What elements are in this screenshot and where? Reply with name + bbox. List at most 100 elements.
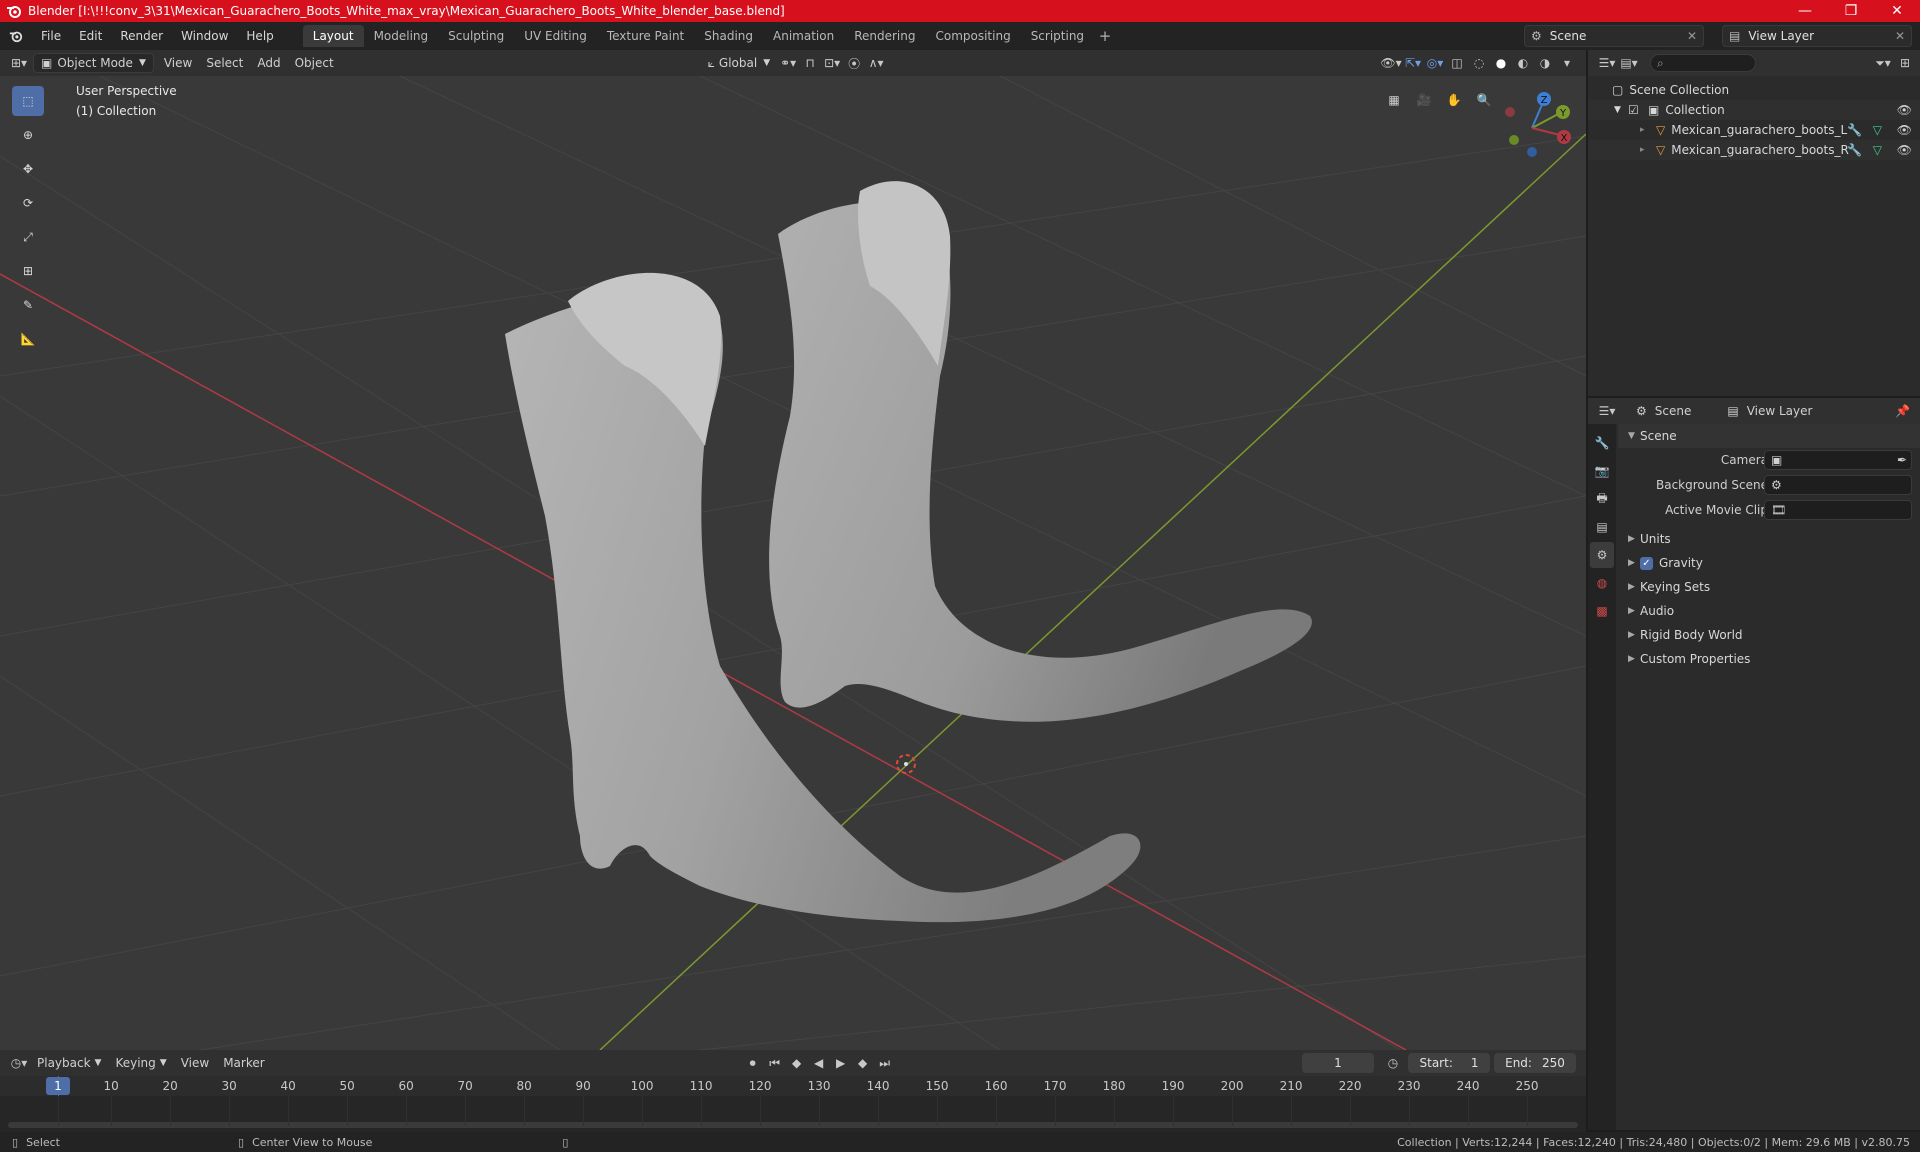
record-icon[interactable]: ⏺ (742, 1053, 764, 1073)
eye-icon[interactable]: 👁 (1897, 103, 1912, 117)
tab-sculpting[interactable]: Sculpting (438, 25, 514, 47)
current-frame-field[interactable]: 1 (1302, 1053, 1374, 1073)
tab-rendering[interactable]: Rendering (844, 25, 925, 47)
pin-icon[interactable]: 📌 (1895, 404, 1910, 418)
minimize-button[interactable]: — (1782, 0, 1828, 22)
active-movie-clip-field[interactable]: 🎞 (1764, 500, 1912, 520)
display-mode-icon[interactable]: ▤▾ (1618, 53, 1640, 73)
tab-shading[interactable]: Shading (694, 25, 763, 47)
menu-window[interactable]: Window (172, 22, 237, 50)
menu-file[interactable]: File (32, 22, 70, 50)
snap-target-icon[interactable]: ⊡▾ (821, 53, 843, 73)
proportional-edit-icon[interactable]: ⦿ (843, 53, 865, 73)
falloff-icon[interactable]: ∧▾ (865, 53, 887, 73)
tab-uv-editing[interactable]: UV Editing (514, 25, 597, 47)
view-layer-tab-icon[interactable]: ▤ (1590, 514, 1614, 540)
tab-modeling[interactable]: Modeling (364, 25, 439, 47)
jump-start-icon[interactable]: ⏮ (764, 1053, 786, 1073)
menu-view[interactable]: View (157, 53, 199, 73)
menu-playback[interactable]: Playback ▼ (30, 1053, 108, 1073)
navigation-gizmo[interactable]: Z Y X (1492, 88, 1572, 168)
render-properties-tab-icon[interactable]: 📷 (1590, 458, 1614, 484)
outliner-search-input[interactable]: ⌕ (1650, 54, 1756, 72)
next-keyframe-icon[interactable]: ◆ (852, 1053, 874, 1073)
section-units[interactable]: ▶ Units (1618, 527, 1920, 551)
section-audio[interactable]: ▶ Audio (1618, 599, 1920, 623)
overlay-icon[interactable]: ◎▾ (1424, 53, 1446, 73)
menu-object[interactable]: Object (288, 53, 341, 73)
modifier-wrench-icon[interactable]: 🔧 (1847, 143, 1862, 157)
snap-icon[interactable]: ⊓ (799, 53, 821, 73)
eye-icon[interactable]: 👁 (1897, 143, 1912, 157)
play-icon[interactable]: ▶ (830, 1053, 852, 1073)
move-tool-icon[interactable]: ✥ (12, 154, 44, 184)
rotate-tool-icon[interactable]: ⟳ (12, 188, 44, 218)
editor-type-icon[interactable]: ◷▾ (8, 1053, 30, 1073)
scale-tool-icon[interactable]: ⤢ (12, 222, 44, 252)
tool-properties-tab-icon[interactable]: 🔧 (1590, 430, 1614, 456)
transform-orientation-selector[interactable]: ⟀ Global ▼ (701, 53, 777, 73)
output-properties-tab-icon[interactable]: 🖶 (1590, 486, 1614, 512)
jump-end-icon[interactable]: ⏭ (874, 1053, 896, 1073)
filter-icon[interactable]: ⏷▾ (1872, 53, 1894, 73)
mode-selector[interactable]: ▣ Object Mode ▼ (33, 53, 154, 73)
cursor-tool-icon[interactable]: ⊕ (12, 120, 44, 150)
start-frame-field[interactable]: Start: 1 (1408, 1053, 1490, 1073)
timeline-area[interactable]: 1102030405060708090100110120130140150160… (0, 1076, 1586, 1132)
xray-icon[interactable]: ◫ (1446, 53, 1468, 73)
timeline-scrollbar[interactable] (8, 1122, 1578, 1128)
section-scene[interactable]: ▼ Scene (1618, 424, 1920, 448)
mesh-data-icon[interactable]: ▽ (1873, 143, 1882, 157)
editor-type-icon[interactable]: ☰▾ (1596, 401, 1618, 421)
menu-help[interactable]: Help (237, 22, 282, 50)
modifier-wrench-icon[interactable]: 🔧 (1847, 123, 1862, 137)
grid-view-icon[interactable]: ▦ (1380, 86, 1408, 114)
expand-arrow-icon[interactable]: ▼ (1614, 105, 1628, 115)
tab-animation[interactable]: Animation (763, 25, 844, 47)
view-layer-selector[interactable]: ▤ View Layer ✕ (1722, 25, 1912, 47)
pivot-point-icon[interactable]: ⚭▾ (777, 53, 799, 73)
collection-checkbox[interactable]: ☑ (1628, 103, 1642, 117)
tab-compositing[interactable]: Compositing (925, 25, 1020, 47)
pan-hand-icon[interactable]: ✋ (1440, 86, 1468, 114)
world-properties-tab-icon[interactable]: ◍ (1590, 570, 1614, 596)
scene-selector[interactable]: ⚙ Scene ✕ (1524, 25, 1704, 47)
camera-field[interactable]: ▣ ✒ (1764, 450, 1912, 470)
menu-add[interactable]: Add (250, 53, 287, 73)
shading-options-icon[interactable]: ▾ (1556, 53, 1578, 73)
outliner-collection[interactable]: ▼ ☑ ▣ Collection 👁 (1588, 100, 1920, 120)
visibility-icon[interactable]: 👁▾ (1380, 53, 1402, 73)
menu-keying[interactable]: Keying ▼ (108, 1053, 173, 1073)
section-rigid-body-world[interactable]: ▶ Rigid Body World (1618, 623, 1920, 647)
select-box-tool-icon[interactable]: ⬚ (12, 86, 44, 116)
eyedropper-icon[interactable]: ✒ (1897, 453, 1907, 467)
mesh-data-icon[interactable]: ▽ (1873, 123, 1882, 137)
annotate-tool-icon[interactable]: ✎ (12, 290, 44, 320)
menu-edit[interactable]: Edit (70, 22, 111, 50)
expand-arrow-icon[interactable]: ▸ (1640, 125, 1650, 135)
close-icon[interactable]: ✕ (1895, 29, 1905, 43)
measure-tool-icon[interactable]: 📐 (12, 324, 44, 354)
eye-icon[interactable]: 👁 (1897, 123, 1912, 137)
3d-viewport[interactable]: User Perspective (1) Collection ⬚ ⊕ ✥ ⟳ … (0, 76, 1586, 1050)
texture-properties-tab-icon[interactable]: ▩ (1590, 598, 1614, 624)
tab-scripting[interactable]: Scripting (1021, 25, 1094, 47)
outliner-scene-collection[interactable]: ▢ Scene Collection (1588, 80, 1920, 100)
close-button[interactable]: ✕ (1874, 0, 1920, 22)
transform-tool-icon[interactable]: ⊞ (12, 256, 44, 286)
tab-layout[interactable]: Layout (302, 25, 364, 47)
timeline-ruler[interactable]: 1102030405060708090100110120130140150160… (0, 1076, 1586, 1096)
solid-shading-icon[interactable]: ● (1490, 53, 1512, 73)
add-workspace-icon[interactable]: + (1094, 25, 1116, 47)
menu-marker[interactable]: Marker (216, 1053, 271, 1073)
menu-render[interactable]: Render (111, 22, 172, 50)
scene-properties-tab-icon[interactable]: ⚙ (1590, 542, 1614, 568)
gizmo-icon[interactable]: ⇱▾ (1402, 53, 1424, 73)
section-custom-properties[interactable]: ▶ Custom Properties (1618, 647, 1920, 671)
prev-keyframe-icon[interactable]: ◆ (786, 1053, 808, 1073)
preview-range-icon[interactable]: ◷ (1382, 1053, 1404, 1073)
new-collection-icon[interactable]: ⊞ (1894, 53, 1916, 73)
editor-type-icon[interactable]: ⊞▾ (8, 53, 30, 73)
maximize-button[interactable]: ❐ (1828, 0, 1874, 22)
menu-select[interactable]: Select (199, 53, 250, 73)
